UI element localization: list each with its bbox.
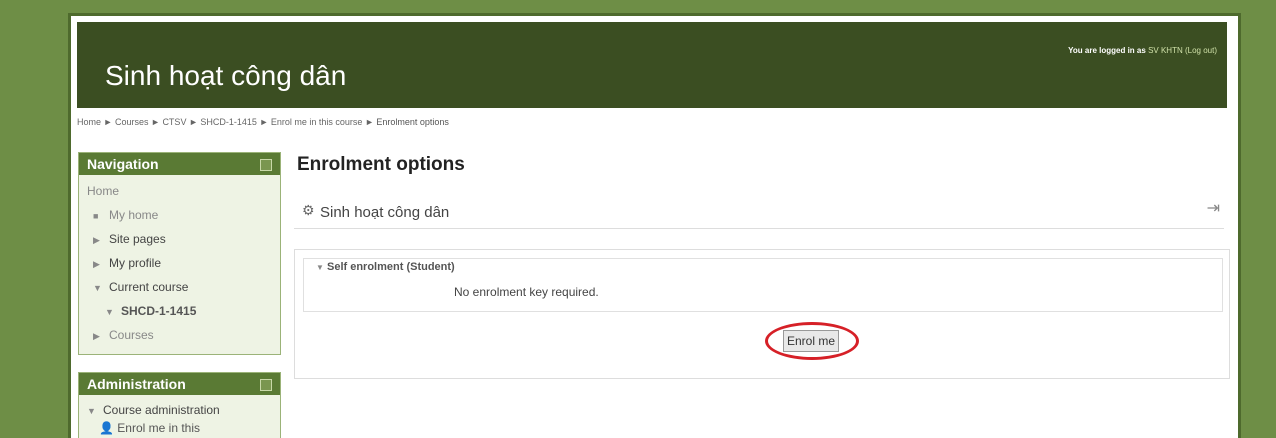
- hide-block-icon[interactable]: [260, 379, 272, 391]
- nav-item-label: Current course: [109, 280, 189, 294]
- logout-link[interactable]: (Log out): [1185, 46, 1217, 55]
- self-enrolment-legend[interactable]: ▼ Self enrolment (Student): [316, 261, 455, 273]
- administration-block-title: Administration: [87, 376, 186, 392]
- nav-item-home[interactable]: Home: [87, 179, 280, 203]
- hide-block-icon[interactable]: [260, 159, 272, 171]
- breadcrumb-separator: ►: [103, 117, 113, 127]
- admin-item-label: Course administration: [103, 403, 220, 417]
- page-title: Enrolment options: [297, 154, 465, 175]
- breadcrumb-separator: ►: [259, 117, 269, 127]
- self-enrolment-fieldset: ▼ Self enrolment (Student) No enrolment …: [303, 258, 1223, 312]
- nav-item-label: Site pages: [109, 232, 166, 246]
- expand-arrow-icon: ▶: [93, 235, 100, 245]
- nav-item-courses[interactable]: ▶ Courses: [87, 323, 280, 347]
- breadcrumb-current: Enrolment options: [376, 117, 449, 127]
- main-region: Enrolment options ⚙ Sinh hoạt công dân ⇥…: [291, 152, 1231, 379]
- course-name[interactable]: Sinh hoạt công dân: [320, 204, 449, 221]
- site-title: Sinh hoạt công dân: [105, 60, 347, 91]
- expand-arrow-icon: ▶: [93, 331, 100, 341]
- course-icon: ⚙: [302, 202, 315, 218]
- nav-item-site-pages[interactable]: ▶ Site pages: [87, 227, 280, 251]
- login-info: You are logged in as SV KHTN (Log out): [1068, 46, 1217, 55]
- breadcrumb-separator: ►: [151, 117, 160, 127]
- breadcrumb: Home ► Courses ► CTSV ► SHCD-1-1415 ► En…: [77, 117, 449, 127]
- enrolment-panel: ▼ Self enrolment (Student) No enrolment …: [294, 249, 1230, 379]
- enrol-me-button[interactable]: Enrol me: [783, 330, 839, 352]
- bullet-icon: ■: [93, 211, 99, 221]
- expand-arrow-icon: ▶: [93, 259, 100, 269]
- breadcrumb-enrol[interactable]: Enrol me in this course: [271, 117, 363, 127]
- navigation-block: Navigation Home ■ My home ▶ Site pages ▶ My…: [78, 152, 281, 355]
- nav-item-label: My home: [109, 208, 159, 222]
- course-info-box: ⚙ Sinh hoạt công dân ⇥: [294, 190, 1224, 229]
- admin-item-enrol-me[interactable]: 👤 Enrol me in this: [87, 419, 280, 437]
- nav-item-label: Home: [87, 184, 120, 198]
- breadcrumb-home[interactable]: Home: [77, 117, 101, 127]
- enrolment-key-note: No enrolment key required.: [454, 285, 599, 299]
- collapse-arrow-icon: ▼: [93, 283, 102, 293]
- navigation-block-header: Navigation: [79, 153, 280, 175]
- administration-block: Administration ▼ Course administration 👤 …: [78, 372, 281, 438]
- breadcrumb-separator: ►: [188, 117, 198, 127]
- nav-item-label: Courses: [109, 328, 154, 342]
- nav-item-label: SHCD-1-1415: [121, 304, 197, 318]
- nav-item-shcd[interactable]: ▼ SHCD-1-1415: [87, 299, 280, 323]
- collapse-arrow-icon: ▼: [316, 263, 324, 272]
- admin-item-label: Enrol me in this: [117, 421, 200, 435]
- page-header: Sinh hoạt công dân You are logged in as …: [77, 22, 1227, 108]
- self-enrolment-legend-text: Self enrolment (Student): [326, 261, 455, 273]
- breadcrumb-course[interactable]: SHCD-1-1415: [200, 117, 257, 127]
- navigation-block-title: Navigation: [87, 156, 159, 172]
- administration-list: ▼ Course administration 👤 Enrol me in thi…: [79, 395, 280, 437]
- enrol-icon: ⇥: [1206, 200, 1220, 217]
- collapse-arrow-icon: ▼: [105, 307, 114, 317]
- navigation-list: Home ■ My home ▶ Site pages ▶ My profile ▼ C…: [79, 175, 280, 347]
- admin-item-course-administration[interactable]: ▼ Course administration: [87, 401, 280, 419]
- login-prefix: You are logged in as: [1068, 46, 1146, 55]
- breadcrumb-ctsv[interactable]: CTSV: [162, 117, 186, 127]
- page-container: Sinh hoạt công dân You are logged in as …: [68, 13, 1241, 438]
- nav-item-label: My profile: [109, 256, 162, 270]
- user-icon: 👤: [99, 421, 114, 435]
- collapse-arrow-icon: ▼: [87, 406, 96, 416]
- breadcrumb-courses[interactable]: Courses: [115, 117, 149, 127]
- breadcrumb-separator: ►: [364, 117, 374, 127]
- nav-item-my-profile[interactable]: ▶ My profile: [87, 251, 280, 275]
- nav-item-my-home[interactable]: ■ My home: [87, 203, 280, 227]
- administration-block-header: Administration: [79, 373, 280, 395]
- nav-item-current-course[interactable]: ▼ Current course: [87, 275, 280, 299]
- user-link[interactable]: SV KHTN: [1148, 46, 1183, 55]
